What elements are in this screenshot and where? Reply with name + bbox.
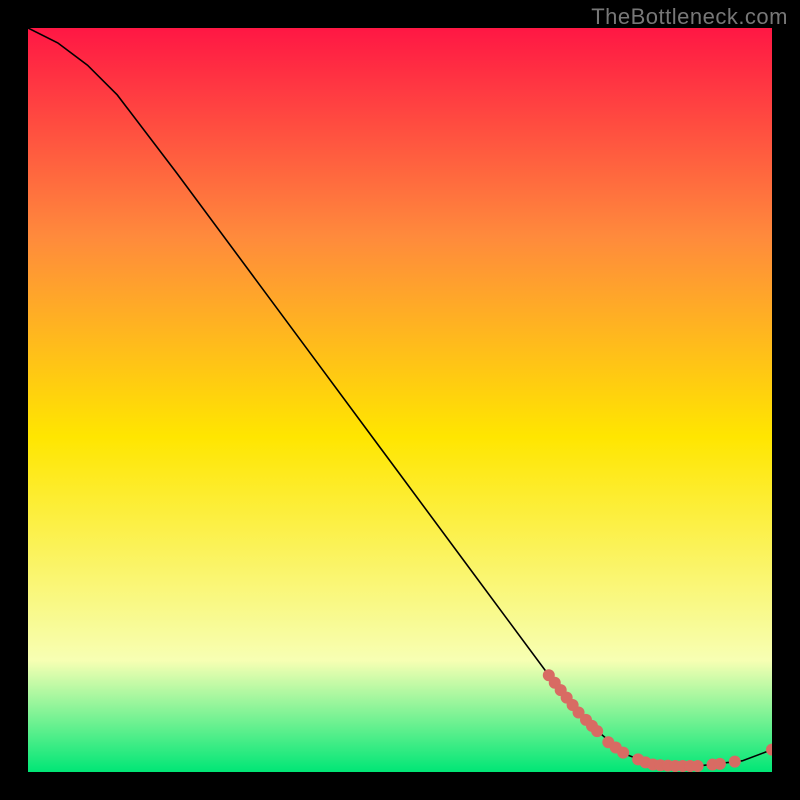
data-point xyxy=(692,760,704,772)
plot-svg xyxy=(28,28,772,772)
data-point xyxy=(617,747,629,759)
data-point xyxy=(591,725,603,737)
gradient-background xyxy=(28,28,772,772)
data-point xyxy=(729,756,741,768)
chart-container: TheBottleneck.com xyxy=(0,0,800,800)
watermark-text: TheBottleneck.com xyxy=(591,4,788,30)
plot-area xyxy=(28,28,772,772)
data-point xyxy=(714,758,726,770)
